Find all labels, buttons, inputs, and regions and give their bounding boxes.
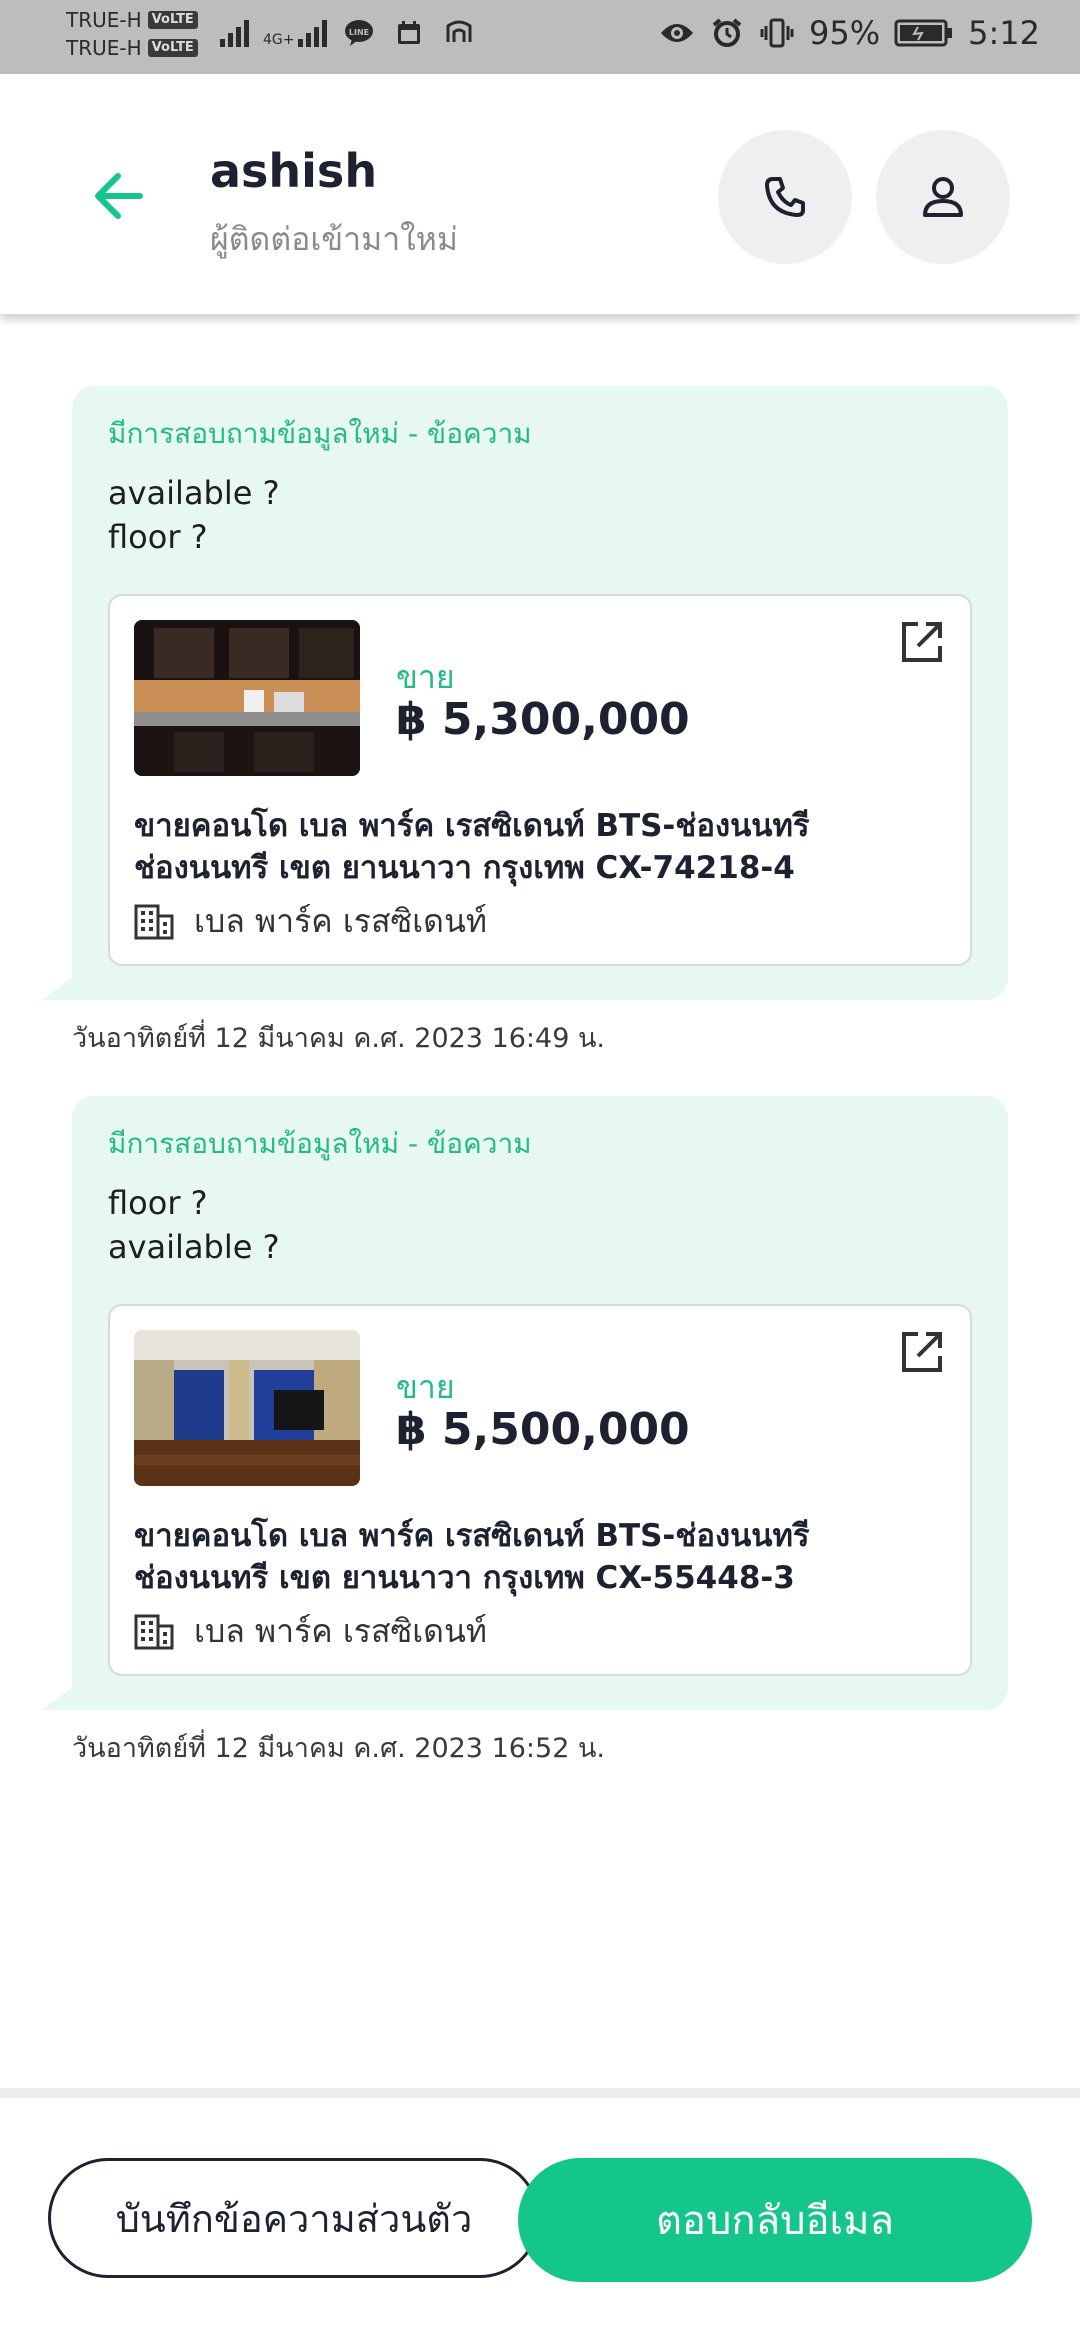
message-line: floor ? xyxy=(108,518,208,556)
back-button[interactable] xyxy=(88,164,152,228)
project-row: เบล พาร์ค เรสซิเดนท์ xyxy=(134,896,487,947)
phone-icon xyxy=(765,177,805,217)
private-note-button[interactable]: บันทึกข้อความส่วนตัว xyxy=(48,2158,540,2278)
open-external-icon[interactable] xyxy=(896,1326,948,1378)
clock: 5:12 xyxy=(968,14,1040,52)
message-line: floor ? xyxy=(108,1184,208,1222)
status-bar: TRUE-H VoLTE TRUE-H VoLTE 4G+ LINE 95% 5… xyxy=(0,0,1080,74)
network-type: 4G+ xyxy=(263,32,295,48)
message-line: available ? xyxy=(108,474,280,512)
message-bubble: มีการสอบถามข้อมูลใหม่ - ข้อความ availabl… xyxy=(72,386,1008,1000)
listing-photo xyxy=(134,620,360,776)
listing-price: ฿ 5,500,000 xyxy=(396,1404,690,1455)
open-external-icon[interactable] xyxy=(896,616,948,668)
battery-percent: 95% xyxy=(809,14,881,52)
contact-status: ผู้ติดต่อเข้ามาใหม่ xyxy=(210,220,458,258)
contact-name: ashish xyxy=(210,144,378,198)
alarm-icon xyxy=(709,18,745,48)
listing-title-line2: ช่องนนทรี เขต ยานนาวา กรุงเทพ CX-74218-4 xyxy=(134,850,795,886)
listing-card[interactable]: ขาย ฿ 5,500,000 ขายคอนโด เบล พาร์ค เรสซิ… xyxy=(108,1304,972,1676)
listing-photo xyxy=(134,1330,360,1486)
status-left-icons: 4G+ LINE xyxy=(220,18,477,48)
listing-card[interactable]: ขาย ฿ 5,300,000 ขายคอนโด เบล พาร์ค เรสซิ… xyxy=(108,594,972,966)
message-line: available ? xyxy=(108,1228,280,1266)
arrow-left-icon xyxy=(95,173,143,219)
building-icon xyxy=(134,1614,174,1649)
inquiry-label: มีการสอบถามข้อมูลใหม่ - ข้อความ xyxy=(108,1127,532,1160)
carrier-info: TRUE-H VoLTE TRUE-H VoLTE xyxy=(66,6,198,62)
status-right-icons: 95% 5:12 xyxy=(659,14,1040,52)
volte-badge: VoLTE xyxy=(147,39,198,57)
svg-text:LINE: LINE xyxy=(348,28,368,37)
message-timestamp: วันอาทิตย์ที่ 12 มีนาคม ค.ศ. 2023 16:52 … xyxy=(72,1733,605,1764)
contact-profile-button[interactable] xyxy=(876,130,1010,264)
signal-icon xyxy=(220,19,249,47)
eye-icon xyxy=(659,18,695,48)
signal-4g-icon: 4G+ xyxy=(263,19,327,47)
battery-icon xyxy=(894,18,954,48)
building-icon xyxy=(134,904,174,939)
project-row: เบล พาร์ค เรสซิเดนท์ xyxy=(134,1606,487,1657)
listing-price: ฿ 5,300,000 xyxy=(396,694,690,745)
volte-badge: VoLTE xyxy=(147,11,198,29)
divider xyxy=(0,2088,1080,2098)
project-name: เบล พาร์ค เรสซิเดนท์ xyxy=(194,902,487,940)
message-timestamp: วันอาทิตย์ที่ 12 มีนาคม ค.ศ. 2023 16:49 … xyxy=(72,1023,605,1054)
cast-icon xyxy=(441,18,477,48)
carrier-1: TRUE-H xyxy=(66,8,142,32)
call-button[interactable] xyxy=(718,130,852,264)
vibrate-icon xyxy=(759,18,795,48)
reply-email-button[interactable]: ตอบกลับอีเมล xyxy=(518,2158,1032,2282)
listing-title-line2: ช่องนนทรี เขต ยานนาวา กรุงเทพ CX-55448-3 xyxy=(134,1560,795,1596)
calendar-icon xyxy=(391,18,427,48)
message-bubble: มีการสอบถามข้อมูลใหม่ - ข้อความ floor ? … xyxy=(72,1096,1008,1710)
project-name: เบล พาร์ค เรสซิเดนท์ xyxy=(194,1612,487,1650)
person-icon xyxy=(923,177,963,217)
line-app-icon: LINE xyxy=(341,18,377,48)
inquiry-label: มีการสอบถามข้อมูลใหม่ - ข้อความ xyxy=(108,417,532,450)
chat-header: ashish ผู้ติดต่อเข้ามาใหม่ xyxy=(0,74,1080,314)
carrier-2: TRUE-H xyxy=(66,36,142,60)
